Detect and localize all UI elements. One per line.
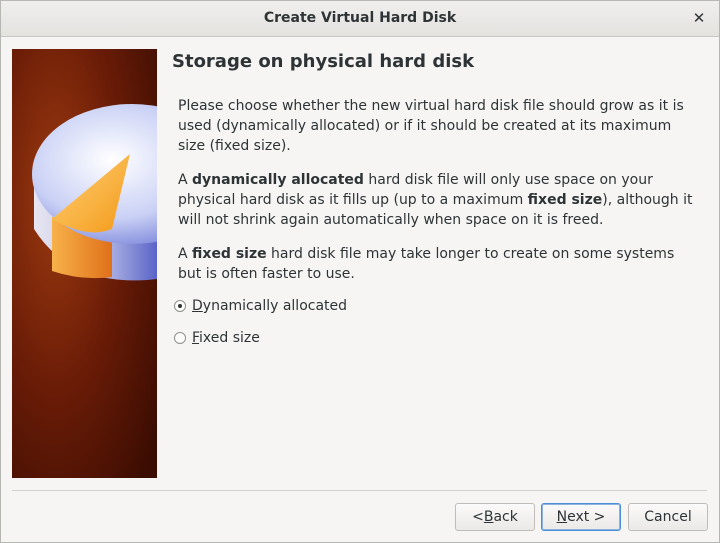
next-button[interactable]: Next > <box>541 503 621 531</box>
next-mnemonic: N <box>556 509 568 525</box>
hard-disk-illustration-icon <box>12 49 157 478</box>
page-heading: Storage on physical hard disk <box>172 51 475 72</box>
footer-divider <box>12 490 707 491</box>
intro-paragraph: Please choose whether the new virtual ha… <box>178 98 684 154</box>
radio-checked-icon[interactable] <box>174 300 186 312</box>
close-icon[interactable]: ✕ <box>689 8 709 28</box>
radio-unchecked-icon[interactable] <box>174 332 186 344</box>
dialog-window: Create Virtual Hard Disk ✕ Storage on ph… <box>0 0 720 543</box>
para3-text-1: A <box>178 246 193 262</box>
label-rest-dynamic: ynamically allocated <box>202 298 348 314</box>
cancel-button[interactable]: Cancel <box>628 503 708 531</box>
mnemonic-d: D <box>192 298 203 314</box>
para2-bold-fixed: fixed size <box>527 192 603 208</box>
back-prefix: < <box>472 509 484 525</box>
next-rest: ext > <box>567 509 606 525</box>
title-bar: Create Virtual Hard Disk ✕ <box>1 1 719 37</box>
fixed-description-paragraph: A fixed size hard disk file may take lon… <box>178 244 698 284</box>
para3-bold-fixed: fixed size <box>192 246 267 262</box>
radio-label-fixed: Fixed size <box>192 330 260 346</box>
radio-dynamically-allocated[interactable]: Dynamically allocated <box>174 298 347 314</box>
hard-disk-banner-image <box>12 49 157 478</box>
dynamic-description-paragraph: A dynamically allocated hard disk file w… <box>178 170 698 230</box>
window-title: Create Virtual Hard Disk <box>263 10 457 26</box>
radio-fixed-size[interactable]: Fixed size <box>174 330 260 346</box>
label-rest-fixed: ixed size <box>199 330 260 346</box>
back-button[interactable]: < Back <box>455 503 535 531</box>
mnemonic-f: F <box>192 330 200 346</box>
back-rest: ack <box>493 509 518 525</box>
para2-bold-dynamic: dynamically allocated <box>192 172 364 188</box>
back-mnemonic: B <box>483 509 494 525</box>
para2-text-1: A <box>178 172 193 188</box>
radio-label-dynamic: Dynamically allocated <box>192 298 347 314</box>
